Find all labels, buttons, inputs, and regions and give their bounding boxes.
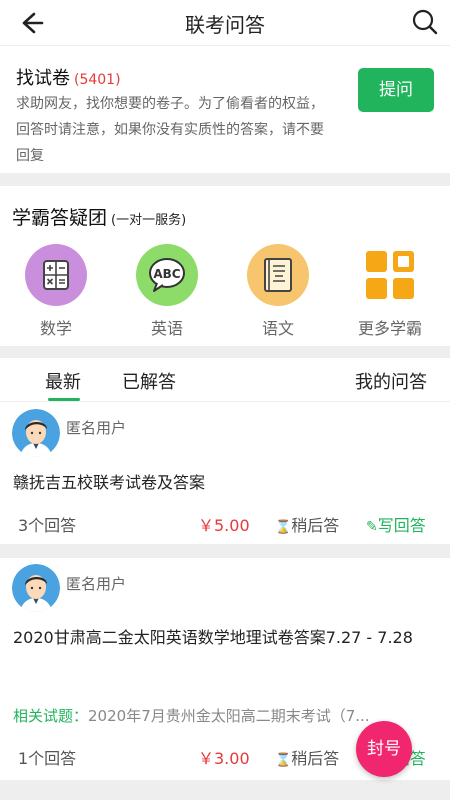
user-name: 匿名用户 [66,419,127,437]
answer-later-label: 稍后答 [291,749,340,768]
top-bar: 联考问答 [0,0,450,46]
find-paper-description: 求助网友，找你想要的卷子。为了偷看者的权益，回答时请注意，如果你没有实质性的答案… [16,96,324,164]
hourglass-icon: ⌛ [275,753,292,768]
subject-label: 英语 [150,319,183,338]
question-title[interactable]: 赣抚吉五校联考试卷及答案 [13,468,413,498]
tab-my-questions[interactable]: 我的问答 [355,368,427,394]
study-team-subtitle: (一对一服务) [111,213,187,228]
active-tab-indicator [48,398,80,401]
answer-later-button[interactable]: ⌛稍后答 [275,512,339,536]
study-team-title: 学霸答疑团 (一对一服务) [12,203,186,230]
tab-latest[interactable]: 最新 [45,368,81,394]
section-divider [0,346,450,358]
answer-later-label: 稍后答 [291,516,340,535]
reward-amount: ￥3.00 [198,749,250,768]
answer-count: 1个回答 [18,749,77,768]
subject-chinese[interactable]: 语文 [233,244,323,340]
subject-english[interactable]: ABC 英语 [122,244,212,340]
find-paper-card: 找试卷 (5401) 求助网友，找你想要的卷子。为了偷看者的权益，回答时请注意，如… [0,47,450,173]
related-text: 2020年7月贵州金太阳高二期末考试（7... [88,707,370,725]
study-team-title-text: 学霸答疑团 [12,207,108,229]
grid-icon [359,244,421,306]
edit-icon: ✎ [366,519,378,535]
reward-amount: ￥5.00 [198,516,250,535]
calculator-icon [25,244,87,306]
study-team-section: 学霸答疑团 (一对一服务) 数学 ABC 英语 语文 更多学霸 [0,186,450,346]
question-title[interactable]: 2020甘肃高二金太阳英语数学地理试卷答案7.27 - 7.28 [13,623,413,653]
related-paper[interactable]: 相关试题：2020年7月贵州金太阳高二期末考试（7... [13,705,423,726]
abc-chat-icon: ABC [136,244,198,306]
section-divider [0,173,450,186]
search-icon[interactable] [410,7,440,37]
related-label: 相关试题： [13,707,89,725]
floating-action-button[interactable]: 封号 [356,721,412,777]
svg-text:ABC: ABC [153,267,180,281]
user-name: 匿名用户 [66,575,127,593]
find-paper-count: (5401) [74,72,121,88]
question-tabs: 最新 已解答 我的问答 [0,358,450,402]
answer-count: 3个回答 [18,516,77,535]
ask-question-button[interactable]: 提问 [358,68,434,112]
find-paper-title-text: 找试卷 [16,68,70,89]
answer-later-button[interactable]: ⌛稍后答 [275,745,339,769]
subject-label: 语文 [261,319,294,338]
subject-label: 数学 [39,319,72,338]
book-icon [247,244,309,306]
question-card[interactable]: 匿名用户 赣抚吉五校联考试卷及答案 3个回答 ￥5.00 ⌛稍后答 ✎写回答 [0,403,450,544]
subject-more[interactable]: 更多学霸 [345,244,435,340]
section-divider [0,780,450,800]
subject-label: 更多学霸 [357,319,422,338]
tab-answered[interactable]: 已解答 [122,368,176,394]
write-answer-button[interactable]: ✎写回答 [366,512,426,536]
write-answer-label: 写回答 [377,516,426,535]
avatar [12,409,60,457]
page-title: 联考问答 [185,13,265,37]
avatar [12,564,60,612]
subject-math[interactable]: 数学 [11,244,101,340]
find-paper-title: 找试卷 (5401) [16,64,121,90]
section-divider [0,544,450,558]
hourglass-icon: ⌛ [275,520,292,535]
